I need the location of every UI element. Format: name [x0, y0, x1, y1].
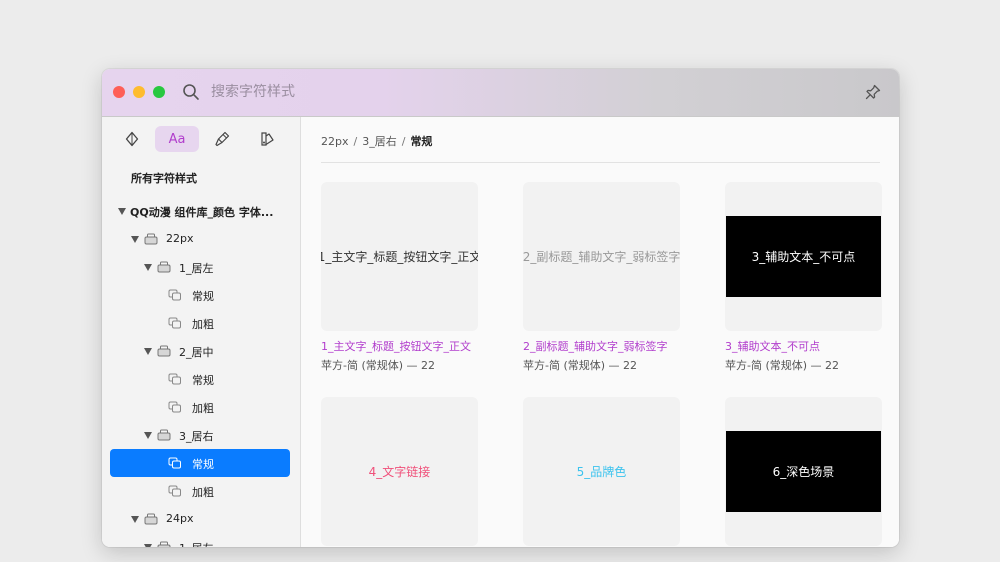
style-preview[interactable]: 5_品牌色	[523, 397, 680, 546]
tree-label: 3_居右	[179, 430, 214, 443]
disclosure-arrow-icon[interactable]	[144, 544, 152, 547]
style-card[interactable]: 1_主文字_标题_按钮文字_正文 1_主文字_标题_按钮文字_正文 苹方-简 (常规…	[321, 182, 478, 373]
zoom-window-button[interactable]	[153, 86, 165, 98]
tab-components[interactable]	[110, 126, 154, 152]
tree-label: QQ动漫 组件库_颜色 字体...	[130, 206, 274, 219]
tree-row[interactable]: 24px	[110, 505, 290, 533]
style-meta: 苹方-简 (常规体) — 22	[523, 359, 638, 372]
disclosure-arrow-icon[interactable]	[118, 208, 126, 215]
tab-effects[interactable]	[200, 126, 244, 152]
preview-text: 3_辅助文本_不可点	[726, 216, 881, 297]
search-input[interactable]	[211, 81, 511, 103]
style-preview[interactable]: 3_辅助文本_不可点	[725, 182, 882, 331]
style-meta: 苹方-简 (常规体) — 22	[321, 359, 436, 372]
breadcrumb-item[interactable]: 22px	[321, 135, 349, 148]
style-meta: 苹方-简 (常规体) — 22	[725, 359, 840, 372]
tree-row[interactable]: 常规	[110, 365, 290, 393]
breadcrumb-current: 常规	[410, 135, 433, 148]
disclosure-arrow-icon[interactable]	[131, 236, 139, 243]
close-window-button[interactable]	[113, 86, 125, 98]
tree-row[interactable]: 常规	[110, 281, 290, 309]
tree-row[interactable]: 1_居左	[110, 253, 290, 281]
style-card[interactable]: 6_深色场景	[725, 397, 882, 546]
folder-icon	[157, 429, 171, 441]
tree-label: 1_居左	[179, 540, 214, 547]
tree-row[interactable]: 加粗	[110, 309, 290, 337]
tree-label: 加粗	[192, 486, 214, 499]
minimize-window-button[interactable]	[133, 86, 145, 98]
pin-icon[interactable]	[864, 83, 882, 101]
breadcrumb: 22px / 3_居右 / 常规	[321, 133, 432, 149]
tree-row[interactable]: 3_居右	[110, 421, 290, 449]
preview-text: 4_文字链接	[368, 465, 431, 479]
title-bar	[102, 69, 899, 117]
tree-label: 24px	[166, 512, 194, 525]
tree-label: 22px	[166, 232, 194, 245]
tree-label: 常规	[192, 458, 214, 471]
text-style-icon: Aa	[168, 131, 186, 147]
text-style-icon	[168, 289, 181, 301]
tab-colors[interactable]	[245, 126, 289, 152]
disclosure-arrow-icon[interactable]	[144, 264, 152, 271]
tree-row[interactable]: 2_居中	[110, 337, 290, 365]
tree-label: 常规	[192, 374, 214, 387]
breadcrumb-separator: /	[401, 135, 406, 148]
tree-row[interactable]: QQ动漫 组件库_颜色 字体...	[110, 197, 290, 225]
preview-text: 5_品牌色	[576, 465, 627, 479]
section-title: 所有字符样式	[131, 172, 197, 185]
folder-icon	[144, 513, 158, 525]
style-name: 3_辅助文本_不可点	[725, 340, 820, 353]
brush-icon	[215, 131, 230, 147]
disclosure-arrow-icon[interactable]	[131, 516, 139, 523]
tree-row[interactable]: 1_居左	[110, 533, 290, 547]
text-style-icon	[168, 401, 181, 413]
disclosure-arrow-icon[interactable]	[144, 432, 152, 439]
breadcrumb-separator: /	[353, 135, 358, 148]
tree-label: 1_居左	[179, 262, 214, 275]
folder-icon	[157, 261, 171, 273]
preview-text: 1_主文字_标题_按钮文字_正文	[321, 250, 478, 264]
component-icon	[125, 131, 139, 147]
text-style-icon	[168, 485, 181, 497]
tree-label: 加粗	[192, 402, 214, 415]
text-style-icon	[168, 373, 181, 385]
sidebar: Aa 所有字符样式 QQ动漫 组件库_颜色 字体... 22px 1_居左 常规 加粗 2…	[102, 117, 301, 547]
folder-icon	[144, 233, 158, 245]
palette-icon	[261, 132, 274, 146]
tree-label: 加粗	[192, 318, 214, 331]
style-preview[interactable]: 2_副标题_辅助文字_弱标签字	[523, 182, 680, 331]
tree-row[interactable]: 加粗	[110, 477, 290, 505]
tree-label: 2_居中	[179, 346, 214, 359]
disclosure-arrow-icon[interactable]	[144, 348, 152, 355]
main-panel: 22px/3_居右 / 常规 1_主文字_标题_按钮文字_正文 1_主文字_标题_按钮…	[301, 117, 899, 547]
preview-text: 6_深色场景	[726, 431, 881, 512]
tree-row[interactable]: 常规	[110, 449, 290, 477]
text-style-icon	[168, 317, 181, 329]
tree-label: 常规	[192, 290, 214, 303]
divider	[321, 162, 880, 163]
folder-icon	[157, 345, 171, 357]
preview-text: 2_副标题_辅助文字_弱标签字	[523, 250, 680, 264]
style-card[interactable]: 5_品牌色	[523, 397, 680, 546]
tree-row[interactable]: 22px	[110, 225, 290, 253]
style-card[interactable]: 4_文字链接	[321, 397, 478, 546]
tab-text-styles[interactable]: Aa	[155, 126, 199, 152]
folder-icon	[157, 541, 171, 547]
style-name: 2_副标题_辅助文字_弱标签字	[523, 340, 668, 353]
style-preview[interactable]: 4_文字链接	[321, 397, 478, 546]
breadcrumb-item[interactable]: 3_居右	[362, 135, 397, 148]
text-style-icon	[168, 457, 181, 469]
tree-row[interactable]: 加粗	[110, 393, 290, 421]
style-name: 1_主文字_标题_按钮文字_正文	[321, 340, 471, 353]
style-card[interactable]: 2_副标题_辅助文字_弱标签字 2_副标题_辅助文字_弱标签字 苹方-简 (常规体)…	[523, 182, 680, 373]
search-icon	[183, 84, 199, 100]
style-preview[interactable]: 6_深色场景	[725, 397, 882, 546]
style-card[interactable]: 3_辅助文本_不可点 3_辅助文本_不可点苹方-简 (常规体) — 22	[725, 182, 882, 373]
style-preview[interactable]: 1_主文字_标题_按钮文字_正文	[321, 182, 478, 331]
app-window: Aa 所有字符样式 QQ动漫 组件库_颜色 字体...22px1_居左常规加粗2…	[102, 69, 899, 547]
